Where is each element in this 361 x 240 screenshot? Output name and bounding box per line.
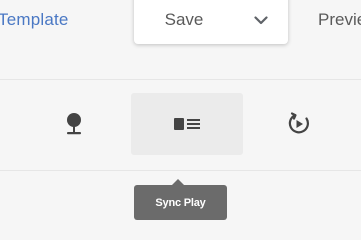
divider	[0, 79, 361, 80]
view-toolbar	[0, 93, 361, 155]
save-split-button: Save	[134, 0, 288, 44]
editor-panel: Template Save Preview	[0, 0, 361, 240]
sync-play-button[interactable]	[243, 93, 355, 155]
save-button[interactable]: Save	[134, 0, 234, 44]
map-pin-button[interactable]	[18, 93, 130, 155]
top-toolbar: Template Save Preview	[0, 0, 361, 62]
list-view-icon	[174, 118, 200, 130]
sync-play-icon	[288, 112, 309, 134]
divider	[0, 170, 361, 171]
save-dropdown-button[interactable]	[234, 0, 288, 44]
chevron-down-icon	[254, 15, 268, 24]
preview-link[interactable]: Preview	[318, 10, 361, 30]
template-link[interactable]: Template	[0, 10, 69, 30]
list-view-button[interactable]	[131, 93, 243, 155]
tooltip: Sync Play	[134, 185, 227, 220]
map-pin-icon	[67, 113, 81, 135]
